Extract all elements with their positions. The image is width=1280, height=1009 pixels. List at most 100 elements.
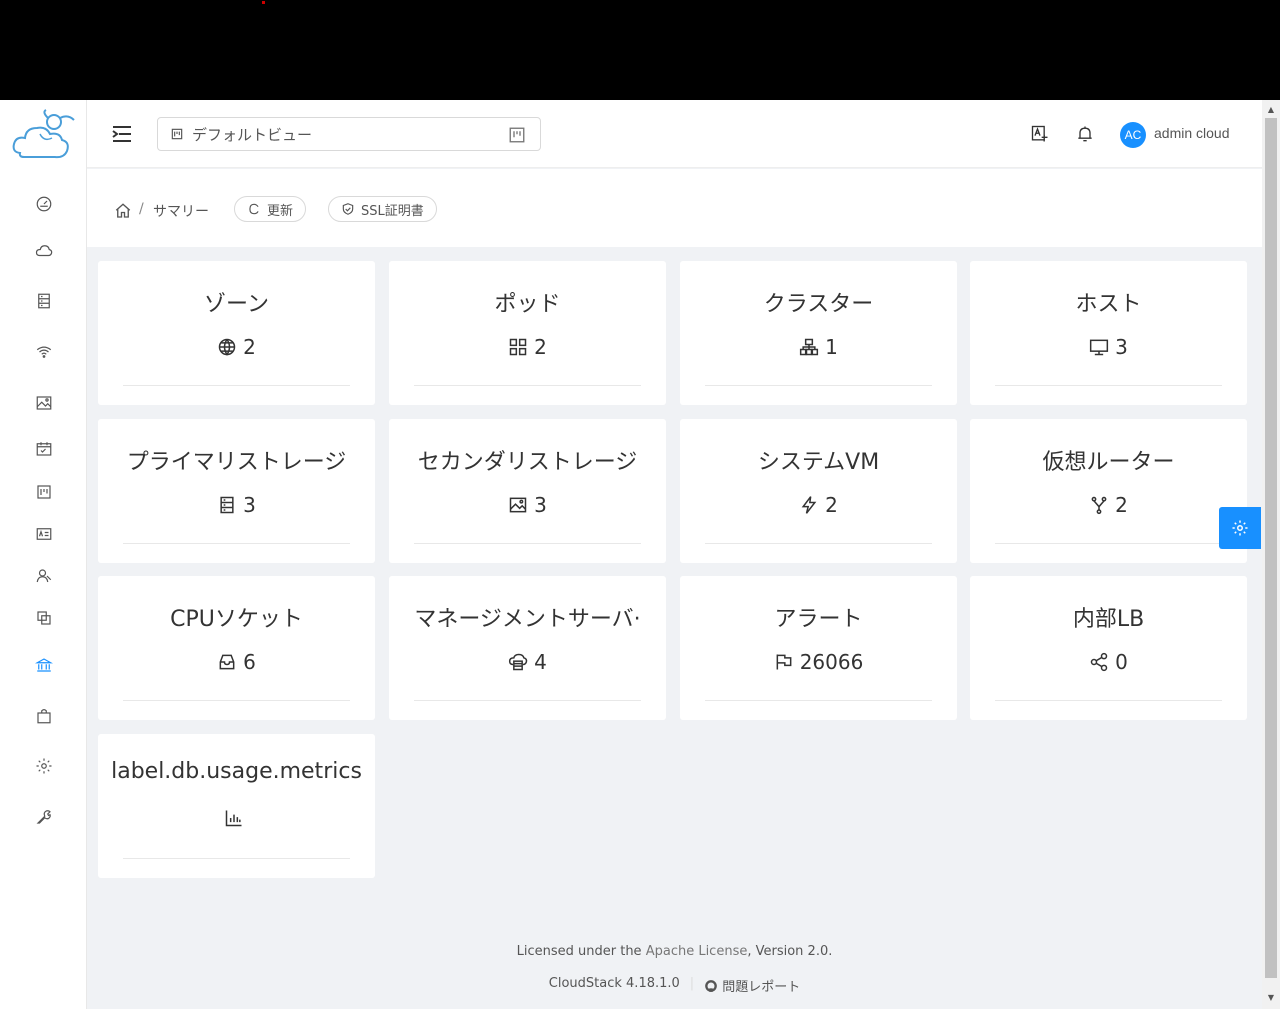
report-issue-link[interactable]: 問題レポート [704, 976, 800, 995]
card-divider [123, 700, 350, 701]
summary-card[interactable]: プライマリストレージ 3 [98, 419, 375, 563]
summary-card[interactable]: アラート 26066 [680, 576, 957, 720]
summary-card[interactable]: セカンダリストレージ 3 [389, 419, 666, 563]
user-icon[interactable] [32, 564, 56, 588]
block-icon[interactable] [32, 606, 56, 630]
card-title: プライマリストレージ [126, 450, 347, 475]
share-icon [1090, 652, 1108, 672]
card-divider [995, 543, 1222, 544]
menu-fold-icon[interactable] [111, 124, 133, 144]
setting-icon[interactable] [32, 754, 56, 778]
bank-icon[interactable] [32, 653, 56, 677]
tool-icon[interactable] [32, 805, 56, 829]
ssl-label: SSL証明書 [361, 203, 424, 219]
cloud-icon[interactable] [32, 239, 56, 263]
thunderbolt-icon [801, 496, 817, 514]
calendar-icon[interactable] [32, 437, 56, 461]
summary-card[interactable]: ポッド 2 [389, 261, 666, 405]
cursor-dot [262, 1, 265, 4]
flag-icon [776, 654, 792, 670]
summary-card[interactable]: 仮想ルーター 2 [970, 419, 1247, 563]
card-title: ホスト [1075, 292, 1142, 317]
wifi-icon[interactable] [32, 340, 56, 364]
project-icon [171, 128, 183, 140]
card-count: 2 [534, 335, 547, 359]
project-view-select[interactable]: デフォルトビュー [157, 117, 541, 151]
idcard-icon[interactable] [32, 522, 56, 546]
card-title: マネージメントサーバ· [414, 607, 641, 632]
page-scrollbar[interactable]: ▲ ▼ [1262, 100, 1280, 1009]
card-title: ポッド [494, 292, 561, 317]
card-value: 3 [98, 493, 375, 517]
card-divider [995, 385, 1222, 386]
appstore-icon [509, 338, 527, 356]
cluster-icon [800, 338, 819, 356]
scroll-down-icon[interactable]: ▼ [1266, 993, 1276, 1003]
card-divider [705, 385, 932, 386]
card-count: 3 [1115, 335, 1128, 359]
project-icon[interactable] [32, 480, 56, 504]
settings-drawer-button[interactable] [1219, 507, 1261, 549]
project-select-icon[interactable] [508, 126, 526, 144]
shopping-icon[interactable] [32, 704, 56, 728]
github-icon [705, 979, 718, 992]
card-divider [123, 858, 350, 859]
card-count: 3 [243, 493, 256, 517]
card-title: 内部LB [1072, 607, 1145, 632]
reload-icon [249, 203, 259, 215]
avatar[interactable]: AC [1120, 122, 1146, 148]
card-count: 2 [825, 493, 838, 517]
scroll-thumb[interactable] [1265, 118, 1277, 978]
card-count: 3 [534, 493, 547, 517]
card-divider [414, 543, 641, 544]
card-count: 0 [1115, 650, 1128, 674]
summary-card[interactable]: ゾーン 2 [98, 261, 375, 405]
desktop-icon [1090, 339, 1109, 356]
report-issue-label: 問題レポート [722, 980, 801, 995]
summary-card[interactable]: マネージメントサーバ· 4 [389, 576, 666, 720]
version-footer: CloudStack 4.18.1.0 | 問題レポート [87, 976, 1262, 995]
storage-icon[interactable] [32, 289, 56, 313]
card-value: 26066 [680, 650, 957, 674]
card-divider [414, 385, 641, 386]
ssl-certificate-button[interactable]: SSL証明書 [328, 196, 437, 222]
apache-license-link[interactable]: Apache License [646, 944, 748, 959]
card-divider [705, 543, 932, 544]
picture-icon [509, 497, 527, 513]
summary-card[interactable]: 内部LB 0 [970, 576, 1247, 720]
card-value: 2 [98, 335, 375, 359]
fork-icon [1091, 496, 1107, 515]
top-header: デフォルトビュー AC admin cloud [87, 100, 1262, 168]
bell-icon[interactable] [1075, 124, 1095, 144]
card-value: 2 [970, 493, 1247, 517]
card-count: 6 [243, 650, 256, 674]
summary-card[interactable]: システムVM 2 [680, 419, 957, 563]
summary-card[interactable]: CPUソケット 6 [98, 576, 375, 720]
card-title: ゾーン [204, 292, 269, 317]
dashboard-icon[interactable] [32, 192, 56, 216]
card-value: 0 [970, 650, 1247, 674]
scroll-up-icon[interactable]: ▲ [1266, 105, 1276, 115]
summary-card[interactable]: クラスター 1 [680, 261, 957, 405]
cloud-server-icon [509, 653, 528, 671]
refresh-button[interactable]: 更新 [234, 196, 307, 222]
setting-icon [1232, 520, 1248, 536]
license-footer: Licensed under the Apache License, Versi… [87, 944, 1262, 959]
picture-icon[interactable] [32, 391, 56, 415]
card-divider [705, 700, 932, 701]
card-count: 1 [825, 335, 838, 359]
safety-certificate-icon [342, 203, 354, 215]
card-value: 6 [98, 650, 375, 674]
translate-icon[interactable] [1030, 124, 1050, 144]
card-count: 2 [1115, 493, 1128, 517]
project-view-label: デフォルトビュー [192, 125, 313, 144]
card-count: 26066 [799, 650, 864, 674]
breadcrumb-current: サマリー [153, 204, 209, 220]
summary-card[interactable]: label.db.usage.metrics [98, 734, 375, 878]
global-icon [218, 338, 236, 356]
bar-chart-icon [225, 810, 241, 827]
home-icon[interactable] [114, 202, 132, 220]
username[interactable]: admin cloud [1154, 125, 1230, 141]
summary-card[interactable]: ホスト 3 [970, 261, 1247, 405]
cloudstack-logo[interactable] [10, 108, 80, 168]
